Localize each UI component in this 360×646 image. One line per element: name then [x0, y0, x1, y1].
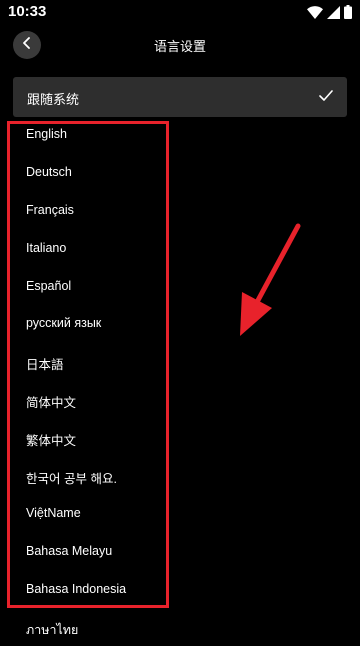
language-label: English — [26, 127, 67, 141]
battery-icon — [344, 5, 352, 19]
language-item-espanol[interactable]: Español — [0, 268, 360, 306]
check-icon — [319, 89, 333, 107]
language-label: русский язык — [26, 316, 102, 331]
status-time: 10:33 — [8, 3, 47, 20]
language-list: English Deutsch Français Italiano Españo… — [0, 116, 360, 646]
language-item-simplified-chinese[interactable]: 简体中文 — [0, 381, 360, 419]
language-item-francais[interactable]: Français — [0, 192, 360, 230]
status-bar: 10:33 — [0, 0, 360, 24]
wifi-icon — [307, 5, 323, 19]
language-label: 한국어 공부 해요. — [26, 472, 117, 487]
language-item-traditional-chinese[interactable]: 繁体中文 — [0, 419, 360, 457]
page-title: 语言设置 — [153, 39, 206, 54]
language-label: Español — [26, 278, 72, 293]
language-label: 简体中文 — [26, 396, 77, 411]
language-label: 日本語 — [26, 358, 64, 373]
language-item-vietnamese[interactable]: ViệtName — [0, 495, 360, 533]
language-item-english[interactable]: English — [0, 116, 360, 154]
language-item-indonesian[interactable]: Bahasa Indonesia — [0, 571, 360, 609]
status-icons — [307, 4, 352, 20]
signal-icon — [327, 5, 340, 19]
language-label: Deutsch — [26, 164, 72, 179]
language-item-russian[interactable]: русский язык — [0, 305, 360, 343]
language-item-japanese[interactable]: 日本語 — [0, 343, 360, 381]
language-label: Bahasa Melayu — [26, 543, 113, 558]
language-item-italiano[interactable]: Italiano — [0, 230, 360, 268]
language-label: ViệtName — [26, 505, 81, 520]
language-label: Italiano — [26, 240, 67, 255]
header: 语言设置 — [0, 28, 360, 62]
language-label: ภาษาไทย — [26, 622, 79, 637]
follow-system-option[interactable]: 跟随系统 — [13, 77, 347, 117]
language-item-deutsch[interactable]: Deutsch — [0, 154, 360, 192]
language-label: Français — [26, 202, 74, 217]
language-item-malay[interactable]: Bahasa Melayu — [0, 533, 360, 571]
language-item-thai[interactable]: ภาษาไทย — [0, 609, 360, 646]
language-label: 繁体中文 — [26, 434, 77, 449]
follow-system-label: 跟随系统 — [27, 92, 80, 107]
language-item-korean[interactable]: 한국어 공부 해요. — [0, 457, 360, 495]
language-label: Bahasa Indonesia — [26, 581, 127, 596]
